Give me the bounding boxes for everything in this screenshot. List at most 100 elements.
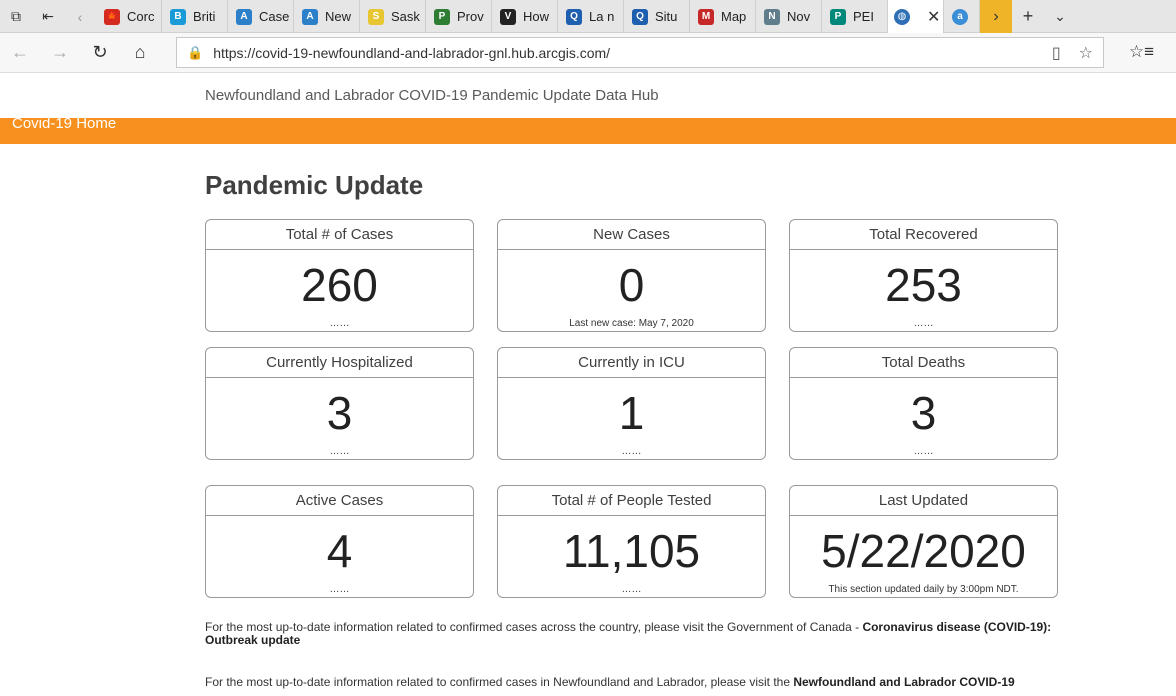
tab-favicon-icon: Q	[632, 8, 648, 25]
refresh-icon[interactable]: ↻	[80, 33, 120, 73]
forward-icon[interactable]: →	[40, 33, 80, 73]
card-label: New Cases	[498, 220, 765, 250]
card-label: Active Cases	[206, 486, 473, 516]
card-currently-icu: Currently in ICU 1 ……	[497, 347, 766, 460]
home-link[interactable]: Covid-19 Home	[12, 115, 116, 132]
favorite-star-icon[interactable]: ☆	[1079, 43, 1093, 63]
tab-favicon-icon: M	[698, 8, 714, 25]
card-label: Total Recovered	[790, 220, 1057, 250]
tab-favicon-icon: B	[170, 8, 186, 25]
tab-label: Case	[259, 9, 290, 24]
card-label: Total # of People Tested	[498, 486, 765, 516]
card-footer: ……	[329, 584, 350, 595]
card-active-cases: Active Cases 4 ……	[205, 485, 474, 598]
lock-icon[interactable]: 🔒	[187, 45, 203, 61]
card-value: 253	[885, 259, 962, 311]
tab-1[interactable]: B Briti	[162, 0, 228, 33]
tab-2[interactable]: A Case	[228, 0, 294, 33]
site-title[interactable]: Newfoundland and Labrador COVID-19 Pande…	[205, 87, 659, 104]
tab-5[interactable]: P Prov	[426, 0, 492, 33]
card-value: 3	[910, 387, 937, 439]
page-title: Pandemic Update	[205, 170, 424, 200]
tab-favicon-icon: P	[434, 8, 450, 25]
card-new-cases: New Cases 0 Last new case: May 7, 2020	[497, 219, 766, 332]
tab-11[interactable]: P PEI	[822, 0, 888, 33]
card-last-updated: Last Updated 5/22/2020 This section upda…	[789, 485, 1058, 598]
tab-8[interactable]: Q Situ	[624, 0, 690, 33]
nl-info-note: For the most up-to-date information rela…	[205, 676, 1055, 689]
scroll-tabs-right-icon[interactable]: ›	[980, 0, 1012, 33]
favorites-list-icon[interactable]: ☆≡	[1129, 42, 1154, 62]
tab-active[interactable]: ◍ ✕	[888, 0, 944, 33]
card-footer: ……	[329, 446, 350, 457]
tab-list: 🍁 Corc B Briti A Case A New S Sask P Prov V How Q La nQ…	[96, 0, 888, 33]
tab-favicon-icon: A	[302, 8, 318, 25]
card-footer: ……	[621, 446, 642, 457]
tab-label: New	[325, 9, 352, 24]
card-value: 1	[618, 387, 645, 439]
card-footer: Last new case: May 7, 2020	[569, 318, 694, 329]
tab-favicon-icon: Q	[566, 8, 582, 25]
card-footer: This section updated daily by 3:00pm NDT…	[828, 584, 1019, 595]
arcgis-icon: a	[952, 8, 968, 25]
card-value: 260	[301, 259, 378, 311]
card-label: Total Deaths	[790, 348, 1057, 378]
tab-6[interactable]: V How	[492, 0, 558, 33]
card-value: 4	[326, 525, 353, 577]
card-currently-hospitalized: Currently Hospitalized 3 ……	[205, 347, 474, 460]
card-value: 3	[326, 387, 353, 439]
note-text: For the most up-to-date information rela…	[205, 675, 794, 689]
url-text[interactable]: https://covid-19-newfoundland-and-labrad…	[213, 45, 610, 61]
tab-label: Sask	[391, 9, 420, 24]
note-text: For the most up-to-date information rela…	[205, 620, 863, 634]
tab-9[interactable]: M Map	[690, 0, 756, 33]
address-bar[interactable]: 🔒 https://covid-19-newfoundland-and-labr…	[176, 37, 1104, 68]
card-total-recovered: Total Recovered 253 ……	[789, 219, 1058, 332]
tab-label: Prov	[457, 9, 484, 24]
card-value: 0	[618, 259, 645, 311]
tab-7[interactable]: Q La n	[558, 0, 624, 33]
card-label: Currently Hospitalized	[206, 348, 473, 378]
card-total-cases: Total # of Cases 260 ……	[205, 219, 474, 332]
close-tab-icon[interactable]: ✕	[927, 7, 940, 27]
tab-3[interactable]: A New	[294, 0, 360, 33]
tab-preview-icon[interactable]: ⌄	[1044, 0, 1076, 33]
new-tab-icon[interactable]: +	[1012, 0, 1044, 33]
card-footer: ……	[913, 318, 934, 329]
tab-label: How	[523, 9, 550, 24]
card-total-deaths: Total Deaths 3 ……	[789, 347, 1058, 460]
site-nav-bar: Covid-19 Home	[0, 115, 1176, 144]
navigation-bar: ← → ↻ ⌂ 🔒 https://covid-19-newfoundland-…	[0, 33, 1176, 73]
nl-covid-link[interactable]: Newfoundland and Labrador COVID-19	[793, 675, 1014, 689]
card-footer: ……	[329, 318, 350, 329]
tab-favicon-icon: A	[236, 8, 252, 25]
tab-label: Situ	[655, 9, 678, 24]
scroll-tabs-left-icon[interactable]: ‹	[64, 0, 96, 33]
tab-strip: ⧉ ⇤ ‹ 🍁 Corc B Briti A Case A New S Sask P Prov V How…	[0, 0, 1176, 33]
card-footer: ……	[913, 446, 934, 457]
tab-label: Map	[721, 9, 747, 24]
tab-label: Briti	[193, 9, 216, 24]
tab-0[interactable]: 🍁 Corc	[96, 0, 162, 33]
tab-favicon-icon: S	[368, 8, 384, 25]
reading-view-icon[interactable]: ▯	[1052, 43, 1061, 63]
card-people-tested: Total # of People Tested 11,105 ……	[497, 485, 766, 598]
tab-favicon-icon: V	[500, 8, 516, 25]
site-header: Newfoundland and Labrador COVID-19 Pande…	[0, 74, 1176, 118]
tab-label: La n	[589, 9, 615, 24]
tab-4[interactable]: S Sask	[360, 0, 426, 33]
tab-label: Nov	[787, 9, 811, 24]
card-footer: ……	[621, 584, 642, 595]
home-icon[interactable]: ⌂	[120, 33, 160, 73]
tab-arcgis[interactable]: a	[944, 0, 980, 33]
tab-favicon-icon: P	[830, 8, 846, 25]
tab-label: Corc	[127, 9, 155, 24]
tab-favicon-icon: N	[764, 8, 780, 25]
card-value: 11,105	[562, 525, 701, 577]
back-icon[interactable]: ←	[0, 33, 40, 73]
tab-10[interactable]: N Nov	[756, 0, 822, 33]
tab-actions-icon[interactable]: ⧉	[0, 0, 32, 33]
canada-info-note: For the most up-to-date information rela…	[205, 621, 1055, 647]
set-aside-tabs-icon[interactable]: ⇤	[32, 0, 64, 33]
tab-favicon-icon: 🍁	[104, 8, 120, 25]
